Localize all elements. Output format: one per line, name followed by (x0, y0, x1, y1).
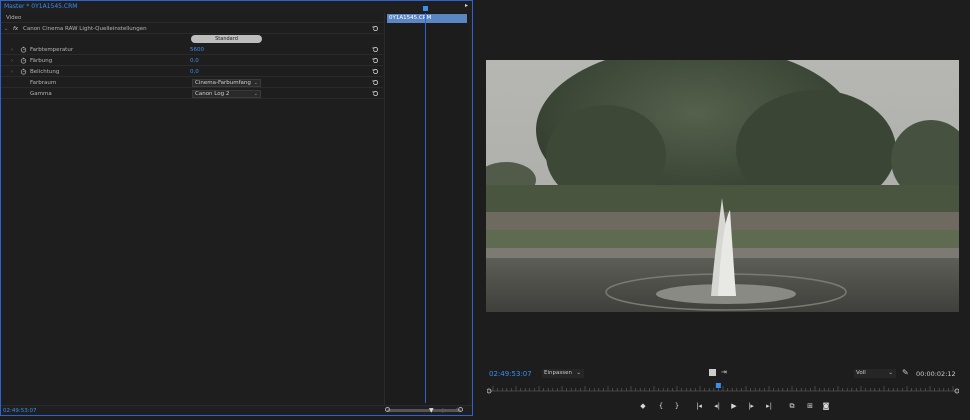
go-to-in-icon[interactable]: |◂ (694, 401, 704, 411)
chevron-down-icon: ⌄ (576, 370, 581, 376)
stopwatch-icon[interactable] (20, 46, 27, 53)
reset-icon[interactable] (372, 90, 379, 97)
time-ruler[interactable] (487, 383, 959, 397)
reset-icon[interactable] (372, 79, 379, 86)
properties-area: Video ⌄ fx Canon Cinema RAW Light-Quelle… (1, 13, 383, 405)
standard-button[interactable]: Standard (191, 35, 262, 43)
mark-out-icon[interactable]: } (672, 401, 682, 411)
panel-menu-icon[interactable]: ▸ (465, 2, 468, 9)
property-row: › Färbung 0,0 (1, 56, 383, 66)
gamma-select[interactable]: Canon Log 2 ⌄ (192, 90, 261, 98)
color-space-value: Cinema-Farbumfang (195, 80, 251, 86)
property-value[interactable]: 0,0 (190, 58, 199, 64)
chevron-down-icon: ⌄ (888, 370, 893, 376)
effect-name: Canon Cinema RAW Light-Quelleinstellunge… (23, 26, 147, 32)
timeline-scrollbar[interactable] (387, 409, 461, 412)
mark-in-icon[interactable]: { (656, 401, 666, 411)
go-to-out-icon[interactable]: ▸| (764, 401, 774, 411)
chevron-down-icon: ⌄ (253, 91, 258, 97)
filter-icon[interactable]: ▼ (429, 407, 434, 414)
dropdown-label: Gamma (30, 91, 52, 97)
quality-value: Voll (856, 370, 866, 376)
property-label: Färbung (30, 58, 53, 64)
chevron-right-icon[interactable]: › (11, 58, 13, 64)
video-section-label: Video (6, 15, 22, 21)
step-back-icon[interactable]: ◂| (712, 401, 722, 411)
playhead-handle[interactable] (715, 383, 721, 388)
step-forward-icon[interactable]: |▸ (746, 401, 756, 411)
property-row: › Belichtung 0,0 (1, 67, 383, 77)
current-time[interactable]: 02:49:53:07 (3, 408, 37, 414)
export-icon[interactable]: ⇪ (455, 407, 460, 414)
overwrite-icon[interactable]: ⊞ (803, 401, 817, 411)
reset-icon[interactable] (372, 68, 379, 75)
gamma-value: Canon Log 2 (195, 91, 230, 97)
play-icon[interactable]: ▶ (729, 401, 739, 411)
chevron-right-icon[interactable]: › (11, 47, 13, 53)
property-label: Belichtung (30, 69, 60, 75)
chevron-down-icon[interactable]: ⌄ (4, 26, 8, 32)
reset-icon[interactable] (372, 46, 379, 53)
stopwatch-icon[interactable] (20, 57, 27, 64)
scroll-start-handle[interactable] (385, 407, 390, 412)
dropdown-row: Farbraum Cinema-Farbumfang ⌄ (1, 78, 383, 88)
wrench-icon[interactable]: ✎ (902, 368, 909, 377)
mini-timeline[interactable]: 0Y1A1545.CRM (384, 6, 469, 405)
panel-tab-title[interactable]: Master * 0Y1A1545.CRM (4, 3, 77, 10)
settings-icon[interactable]: ⇥ (721, 368, 727, 376)
effect-header-row[interactable]: ⌄ fx Canon Cinema RAW Light-Quelleinstel… (1, 24, 383, 34)
dropdown-label: Farbraum (30, 80, 57, 86)
property-value[interactable]: 0,0 (190, 69, 199, 75)
dropdown-row: Gamma Canon Log 2 ⌄ (1, 89, 383, 99)
reset-icon[interactable] (372, 57, 379, 64)
fit-value: Einpassen (544, 370, 572, 376)
fx-icon: fx (13, 26, 19, 32)
marker-icon[interactable] (709, 369, 716, 376)
duration: 00:00:02:12 (916, 370, 956, 378)
effect-controls-panel: Master * 0Y1A1545.CRM ▸ Video ⌄ fx Canon… (0, 0, 473, 416)
panel-footer: 02:49:53:07 ▼ ▷ ⇪ (1, 405, 472, 415)
add-marker-icon[interactable]: ◆ (638, 401, 648, 411)
playhead-handle[interactable] (423, 6, 428, 11)
program-timecode[interactable]: 02:49:53:07 (489, 370, 532, 378)
property-row: › Farbtemperatur 5600 (1, 45, 383, 55)
playhead-line (425, 13, 426, 403)
clip-bar[interactable]: 0Y1A1545.CRM (387, 14, 467, 23)
chevron-right-icon[interactable]: › (11, 69, 13, 75)
program-monitor: 02:49:53:07 Einpassen ⌄ ⇥ Voll ⌄ ✎ 00:00:0… (475, 0, 970, 420)
video-frame (486, 60, 959, 312)
insert-icon[interactable]: ⧉ (785, 401, 799, 411)
play-audio-icon[interactable]: ▷ (442, 407, 447, 414)
color-space-select[interactable]: Cinema-Farbumfang ⌄ (192, 79, 261, 87)
camera-icon[interactable]: ◙ (821, 401, 831, 411)
reset-icon[interactable] (372, 25, 379, 32)
stopwatch-icon[interactable] (20, 68, 27, 75)
fit-select[interactable]: Einpassen ⌄ (542, 369, 584, 378)
property-label: Farbtemperatur (30, 47, 74, 53)
quality-select[interactable]: Voll ⌄ (854, 369, 896, 378)
property-value[interactable]: 5600 (190, 47, 204, 53)
chevron-down-icon: ⌄ (253, 80, 258, 86)
video-section-row: Video (1, 13, 383, 23)
